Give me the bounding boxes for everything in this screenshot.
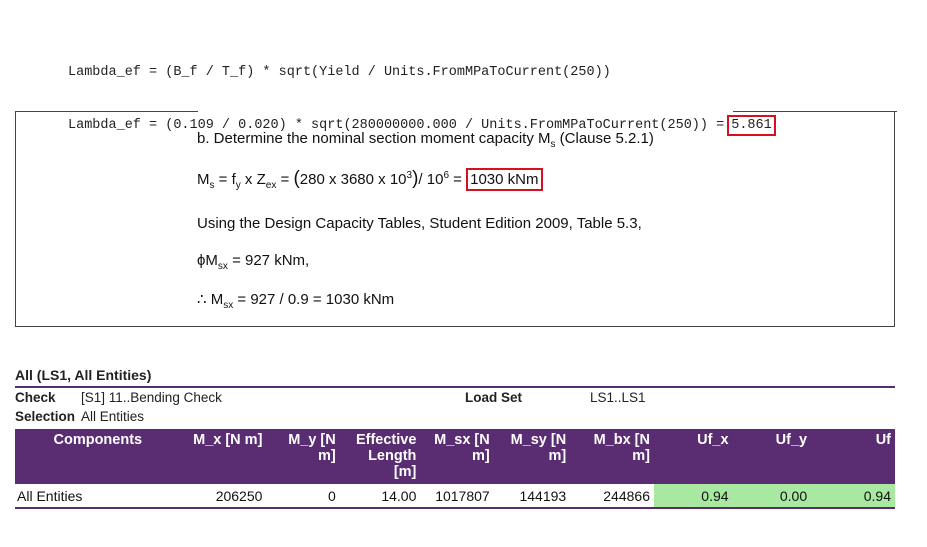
- cell-msx: 1017807: [420, 484, 494, 509]
- cell-uf: 0.94: [811, 484, 895, 509]
- column-header: Uf: [811, 429, 895, 484]
- box-top-border-right: [733, 111, 897, 112]
- column-header: M_y [N m]: [266, 429, 340, 484]
- cell-my: 0: [266, 484, 340, 509]
- column-header: M_x [N m]: [182, 429, 267, 484]
- loadset-label: Load Set: [465, 390, 523, 405]
- column-header: Components: [15, 429, 183, 484]
- cell-msy: 144193: [493, 484, 571, 509]
- cell-mx: 206250: [182, 484, 267, 509]
- column-header: Uf_y: [732, 429, 812, 484]
- selection-value: All Entities: [81, 409, 145, 424]
- cell-uf-y: 0.00: [732, 484, 812, 509]
- therefore-line: ∴ Msx = 927 / 0.9 = 1030 kNm: [197, 291, 395, 311]
- results-title: All (LS1, All Entities): [15, 367, 152, 383]
- textbook-excerpt: b. Determine the nominal section moment …: [15, 111, 897, 327]
- box-top-border-left: [15, 111, 198, 112]
- phi-msx-line: ϕMsx = 927 kNm,: [197, 252, 310, 272]
- column-header: Effective Length [m]: [339, 429, 421, 484]
- loadset-value: LS1..LS1: [590, 390, 646, 405]
- code-line-1: Lambda_ef = (B_f / T_f) * sqrt(Yield / U…: [68, 65, 611, 80]
- cell-uf-x: 0.94: [653, 484, 733, 509]
- results-table: Components M_x [N m] M_y [N m] Effective…: [15, 429, 895, 509]
- highlighted-capacity: 1030 kNm: [466, 168, 543, 191]
- table-header-row: Components M_x [N m] M_y [N m] Effective…: [15, 429, 895, 484]
- moment-equation: Ms = fy x Zex = (280 x 3680 x 103)/ 106 …: [197, 168, 543, 191]
- column-header: M_bx [N m]: [570, 429, 654, 484]
- check-label: Check: [15, 390, 56, 405]
- table-row: All Entities 206250 0 14.00 1017807 1441…: [15, 484, 895, 509]
- table-reference: Using the Design Capacity Tables, Studen…: [197, 215, 642, 232]
- cell-mbx: 244866: [570, 484, 654, 509]
- column-header: M_sx [N m]: [420, 429, 494, 484]
- column-header: Uf_x: [653, 429, 733, 484]
- cell-effective-length: 14.00: [339, 484, 421, 509]
- column-header: M_sy [N m]: [493, 429, 571, 484]
- title-divider: [15, 386, 895, 388]
- step-heading: b. Determine the nominal section moment …: [197, 130, 654, 150]
- cell-components: All Entities: [15, 484, 183, 509]
- selection-label: Selection: [15, 409, 76, 424]
- check-value: [S1] 11..Bending Check: [81, 390, 222, 405]
